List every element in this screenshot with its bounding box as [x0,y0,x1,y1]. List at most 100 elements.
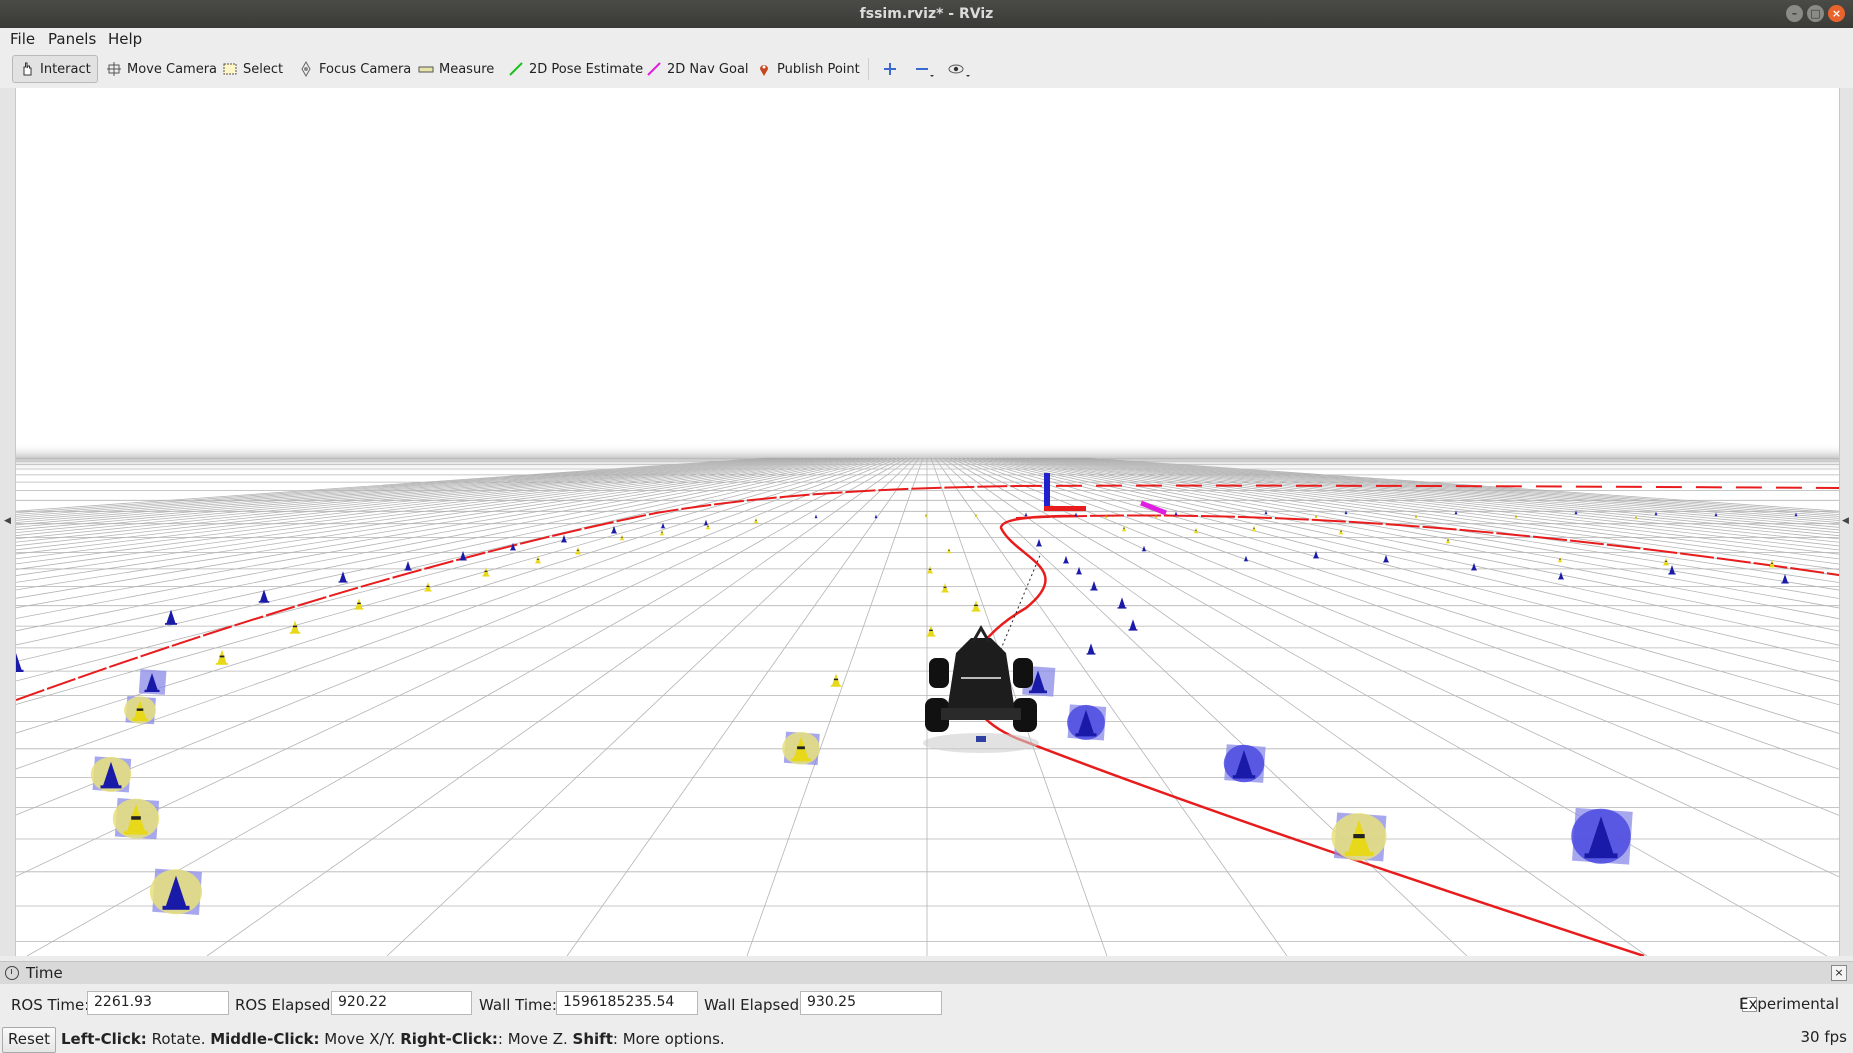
yellow-cone [216,649,228,665]
blue-cone [874,514,878,519]
yellow-cone [927,565,933,574]
time-panel-title: Time [26,964,63,982]
tool-interact-label: Interact [40,61,91,77]
ros-elapsed-field[interactable]: 920.22 [331,991,472,1015]
yellow-cone [1121,525,1127,532]
minus-icon[interactable] [914,61,936,79]
left-panel-handle[interactable]: ◀ [0,88,15,956]
yellow-cone [941,583,949,593]
tool-move-camera[interactable]: Move Camera [100,55,223,83]
time-panel-header: Time × [0,961,1853,985]
window-titlebar: fssim.rviz* - RViz – □ × [0,0,1853,28]
blue-cone [16,653,24,672]
right-panel-handle[interactable]: ◀ [1838,88,1853,956]
cones-layer [16,510,1798,916]
close-icon[interactable]: × [1828,5,1845,22]
blue-cone [149,868,203,916]
tool-focus-camera-label: Focus Camera [319,61,412,77]
render-viewport[interactable] [15,88,1840,956]
grid-line [206,457,912,956]
yellow-cone [1663,557,1669,566]
origin-axes [1044,473,1167,516]
blue-cone [1781,574,1789,584]
blue-cone [138,669,167,695]
grid-line [1054,457,1839,528]
blue-cone [703,519,709,526]
blue-cone [1076,566,1082,575]
blue-cone [561,534,567,543]
tool-focus-camera[interactable]: Focus Camera [292,55,417,83]
minimize-icon[interactable]: – [1786,5,1803,22]
blue-cone [90,756,132,793]
menu-file[interactable]: File [10,30,35,48]
focus-camera-icon [301,61,311,77]
blue-cone [1223,744,1266,783]
grid-line [1062,457,1839,523]
wall-elapsed-label: Wall Elapsed: [704,996,805,1014]
grid-line [942,457,1648,956]
grid-line [1078,457,1839,515]
yellow-cone [830,673,842,687]
grid-line [746,457,924,956]
yellow-cone [1331,812,1387,862]
ruler-icon [418,66,434,73]
tool-2d-pose-estimate[interactable]: 2D Pose Estimate [502,55,649,83]
yellow-cone [575,546,581,555]
menu-panels[interactable]: Panels [48,30,96,48]
reset-button[interactable]: Reset [2,1027,56,1053]
toolbar-separator [868,58,869,80]
hint-shift: Shift [572,1030,613,1048]
blue-cone [1174,511,1178,516]
blue-cone [404,561,412,571]
fps-counter: 30 fps [1800,1028,1847,1046]
blue-cone [1668,565,1676,575]
blue-cone [1128,619,1138,631]
tool-publish-point[interactable]: Publish Point [750,55,866,83]
blue-cone [1074,512,1078,517]
magenta-arrow-icon [647,62,661,76]
wall-elapsed-field[interactable]: 930.25 [800,991,942,1015]
tool-measure[interactable]: Measure [412,55,500,83]
yellow-cone [354,598,364,610]
hand-icon [23,62,32,76]
green-arrow-icon [509,62,523,76]
tool-select[interactable]: Select [216,55,289,83]
tool-move-camera-label: Move Camera [127,61,218,77]
blue-cone [1086,643,1096,655]
window-title: fssim.rviz* - RViz [859,6,994,22]
maximize-icon[interactable]: □ [1807,5,1824,22]
blue-cone [1063,555,1069,564]
tool-measure-label: Measure [439,61,495,77]
yellow-cone [1251,525,1257,532]
eye-icon[interactable] [948,61,972,79]
menu-help[interactable]: Help [108,30,142,48]
3d-scene [16,443,1839,956]
blue-cone [1036,538,1042,547]
plus-icon[interactable] [882,61,898,77]
hint-left-text: Rotate. [146,1030,211,1048]
blue-cone [1090,581,1098,591]
yellow-cone [1338,528,1344,535]
wall-time-field[interactable]: 1596185235.54 [556,991,698,1015]
grid-line [1070,457,1839,519]
blue-cone [1383,554,1389,563]
right-arrow-icon: ◀ [1842,516,1849,526]
grid-line [978,457,1839,646]
yellow-cone [289,620,301,634]
panel-close-icon[interactable]: × [1831,965,1847,981]
grid-line [1066,457,1839,521]
x-axis [1044,506,1086,511]
tool-2d-nav-goal[interactable]: 2D Nav Goal [640,55,755,83]
grid-line [1074,457,1839,517]
race-car [923,624,1039,753]
grid-line [1058,457,1839,526]
grid-line [566,457,920,956]
tool-select-label: Select [243,61,284,77]
status-bar: Reset Left-Click: Rotate. Middle-Click: … [0,1024,1853,1053]
z-axis [1044,473,1050,511]
ros-elapsed-label: ROS Elapsed: [235,996,336,1014]
experimental-label: Experimental [1738,995,1839,1013]
ros-time-field[interactable]: 2261.93 [87,991,229,1015]
tool-interact[interactable]: Interact [12,55,98,83]
blue-cone [814,514,818,519]
